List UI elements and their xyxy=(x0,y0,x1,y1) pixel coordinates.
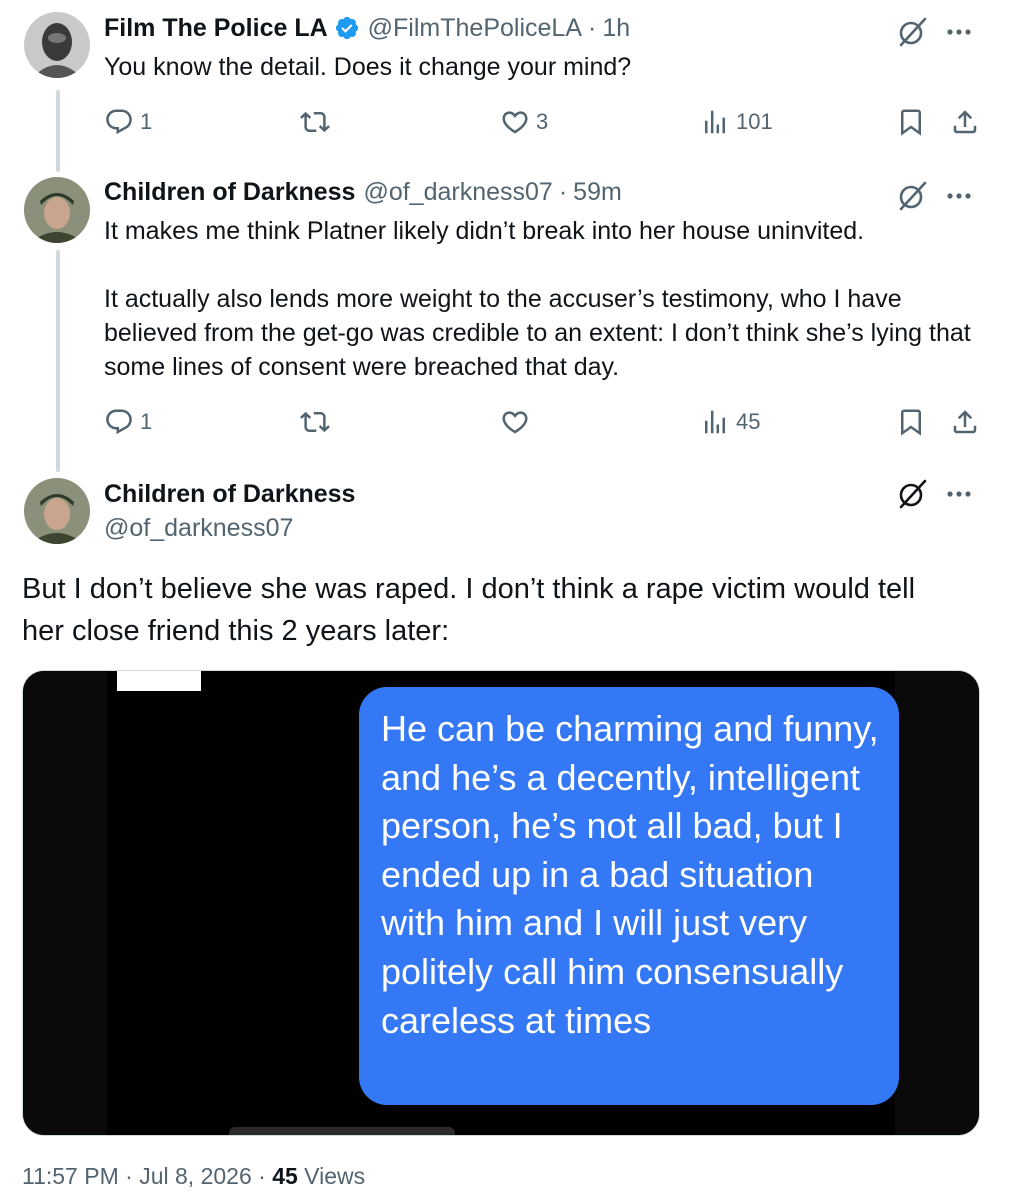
views-count: 45 xyxy=(736,409,761,434)
more-icon[interactable] xyxy=(942,477,976,511)
views-icon xyxy=(705,410,725,434)
bookmark-button[interactable] xyxy=(896,402,926,442)
main-tweet-line: her close friend this 2 years later: xyxy=(22,615,450,647)
repost-icon xyxy=(300,111,330,133)
footer-date[interactable]: Jul 8, 2026 xyxy=(139,1163,252,1189)
grok-icon[interactable] xyxy=(892,176,932,216)
separator-dot: · xyxy=(125,1163,140,1189)
share-button[interactable] xyxy=(950,102,980,142)
tweet-header: Film The Police LA @FilmThePoliceLA · 1h xyxy=(104,8,630,48)
repost-button[interactable] xyxy=(300,102,330,142)
footer-time[interactable]: 11:57 PM xyxy=(22,1163,119,1189)
separator-dot: · xyxy=(558,177,568,206)
tweet-text: It makes me think Platner likely didn’t … xyxy=(104,214,984,384)
tweet-top-icons xyxy=(892,176,976,216)
reply-icon xyxy=(106,109,132,135)
grok-icon[interactable] xyxy=(892,474,932,514)
views-icon xyxy=(705,110,725,134)
bookmark-icon xyxy=(901,109,921,136)
tweet-text: You know the detail. Does it change your… xyxy=(104,50,984,84)
views-button[interactable]: 101 xyxy=(700,102,773,142)
like-icon xyxy=(502,111,528,134)
tweet-paragraph: It makes me think Platner likely didn’t … xyxy=(104,217,865,245)
tweet-header: Children of Darkness @of_darkness07 · 59… xyxy=(104,172,622,212)
bookmark-icon xyxy=(901,409,921,436)
display-name[interactable]: Children of Darkness xyxy=(104,178,355,207)
action-bar: 1 45 xyxy=(104,402,984,442)
avatar[interactable] xyxy=(24,12,90,78)
thread-line xyxy=(56,90,60,172)
image-white-tab xyxy=(117,671,201,691)
user-handle[interactable]: @of_darkness07 xyxy=(104,514,293,543)
main-tweet-text: But I don’t believe she was raped. I don… xyxy=(22,568,982,652)
display-name[interactable]: Film The Police LA xyxy=(104,14,328,43)
image-left-panel xyxy=(23,671,107,1135)
timestamp[interactable]: 1h xyxy=(602,14,630,43)
avatar[interactable] xyxy=(24,177,90,243)
action-bar: 1 3 101 xyxy=(104,102,984,142)
main-tweet-handle: @of_darkness07 xyxy=(104,508,293,548)
verified-badge-icon xyxy=(334,15,360,41)
separator-dot: · xyxy=(588,13,597,42)
share-button[interactable] xyxy=(950,402,980,442)
footer-views-label: Views xyxy=(304,1163,366,1189)
tweet-image[interactable]: He can be charming and funny, and he’s a… xyxy=(22,670,980,1136)
main-tweet-line: But I don’t believe she was raped. I don… xyxy=(22,573,916,605)
image-right-panel xyxy=(895,671,979,1135)
image-bottom-bar xyxy=(229,1127,455,1135)
display-name[interactable]: Children of Darkness xyxy=(104,480,355,509)
more-icon[interactable] xyxy=(942,179,976,213)
reply-button[interactable]: 1 xyxy=(104,402,152,442)
tweet-footer: 11:57 PM · Jul 8, 2026 · 45 Views xyxy=(22,1163,365,1190)
timestamp[interactable]: 59m xyxy=(573,178,622,207)
views-count: 101 xyxy=(736,109,773,134)
more-icon[interactable] xyxy=(942,15,976,49)
views-button[interactable]: 45 xyxy=(700,402,760,442)
reply-count: 1 xyxy=(140,109,153,134)
avatar[interactable] xyxy=(24,478,90,544)
share-icon xyxy=(953,410,977,434)
like-icon xyxy=(502,411,528,434)
like-button[interactable] xyxy=(500,402,530,442)
footer-views-count: 45 xyxy=(272,1163,298,1189)
reply-count: 1 xyxy=(140,409,153,434)
thread-line xyxy=(56,250,60,472)
user-handle[interactable]: @of_darkness07 xyxy=(363,178,552,207)
message-bubble: He can be charming and funny, and he’s a… xyxy=(359,687,899,1105)
grok-icon[interactable] xyxy=(892,12,932,52)
like-count: 3 xyxy=(536,109,549,134)
separator-dot: · xyxy=(258,1163,273,1189)
share-icon xyxy=(953,110,977,134)
repost-icon xyxy=(300,411,330,433)
tweet-paragraph: It actually also lends more weight to th… xyxy=(104,285,971,381)
reply-icon xyxy=(106,409,132,435)
user-handle[interactable]: @FilmThePoliceLA xyxy=(368,14,582,43)
tweet-top-icons xyxy=(892,12,976,52)
reply-button[interactable]: 1 xyxy=(104,102,152,142)
repost-button[interactable] xyxy=(300,402,330,442)
like-button[interactable]: 3 xyxy=(500,102,548,142)
tweet-top-icons xyxy=(892,474,976,514)
bookmark-button[interactable] xyxy=(896,102,926,142)
tweet-paragraph: You know the detail. Does it change your… xyxy=(104,53,632,81)
